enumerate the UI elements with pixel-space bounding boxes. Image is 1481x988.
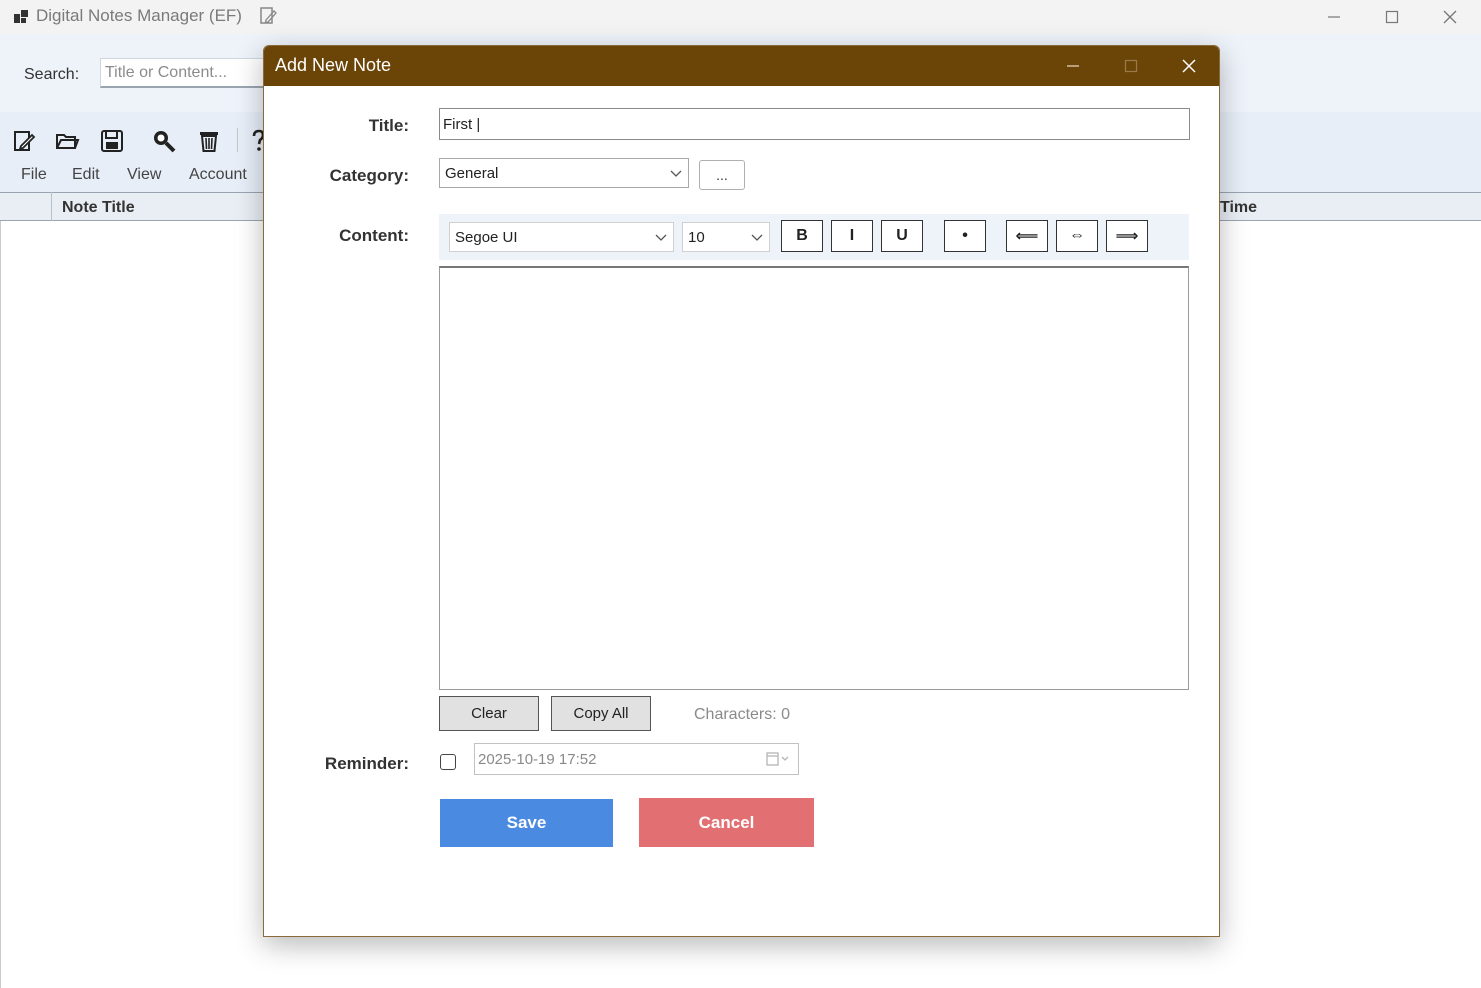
main-minimize-button[interactable]	[1305, 0, 1363, 34]
bullet-list-button[interactable]: •	[944, 220, 986, 252]
category-dropdown[interactable]: General	[439, 158, 689, 188]
main-titlebar: Digital Notes Manager (EF)	[0, 0, 1481, 34]
bold-button[interactable]: B	[781, 220, 823, 252]
close-icon	[1182, 59, 1196, 73]
calendar-dropdown-icon	[766, 752, 789, 766]
dialog-title: Add New Note	[275, 55, 392, 75]
copy-all-button[interactable]: Copy All	[551, 696, 651, 731]
chevron-down-icon	[751, 234, 763, 241]
grid-row-header[interactable]	[0, 192, 52, 221]
open-folder-icon[interactable]	[54, 128, 80, 154]
main-close-button[interactable]	[1421, 0, 1479, 34]
search-icon[interactable]	[151, 128, 177, 154]
main-window-title: Digital Notes Manager (EF)	[36, 6, 242, 25]
chevron-down-icon	[670, 170, 682, 177]
character-count: Characters: 0	[694, 706, 791, 723]
toolbar-separator	[237, 128, 238, 152]
maximize-icon	[1124, 59, 1138, 73]
menu-file[interactable]: File	[21, 166, 47, 184]
italic-button[interactable]: I	[831, 220, 873, 252]
category-value: General	[445, 164, 499, 182]
dialog-close-button[interactable]	[1160, 46, 1218, 86]
align-center-button[interactable]: ⇔	[1056, 220, 1098, 252]
font-size-value: 10	[688, 228, 705, 246]
reminder-checkbox[interactable]	[440, 754, 456, 770]
reminder-datetime-value: 2025-10-19 17:52	[478, 750, 597, 768]
category-label: Category:	[329, 166, 409, 185]
cancel-button[interactable]: Cancel	[639, 798, 814, 847]
dialog-maximize-button	[1102, 46, 1160, 86]
title-input[interactable]	[439, 108, 1190, 140]
font-family-value: Segoe UI	[455, 228, 518, 246]
reminder-label: Reminder:	[324, 754, 409, 773]
underline-button[interactable]: U	[881, 220, 923, 252]
dialog-titlebar: Add New Note	[264, 46, 1219, 86]
clear-button[interactable]: Clear	[439, 696, 539, 731]
content-label: Content:	[339, 226, 409, 245]
menu-account[interactable]: Account	[189, 166, 247, 184]
chevron-down-icon	[655, 234, 667, 241]
manage-categories-button[interactable]: ...	[699, 160, 745, 190]
font-family-dropdown[interactable]: Segoe UI	[449, 222, 674, 252]
menu-view[interactable]: View	[127, 166, 161, 184]
add-note-dialog: Add New Note Title: Category: General ..…	[263, 45, 1220, 937]
main-maximize-button[interactable]	[1363, 0, 1421, 34]
close-icon	[1443, 10, 1457, 24]
search-label: Search:	[24, 66, 80, 83]
column-header-note-title[interactable]: Note Title	[62, 199, 135, 217]
new-note-icon[interactable]	[11, 128, 37, 154]
column-header-time[interactable]: Time	[1220, 199, 1257, 217]
save-button[interactable]: Save	[440, 799, 613, 847]
reminder-datetime-picker: 2025-10-19 17:52	[474, 743, 799, 775]
minimize-icon	[1067, 65, 1079, 67]
align-left-button[interactable]: ⟸	[1006, 220, 1048, 252]
app-icon	[14, 10, 28, 23]
font-size-dropdown[interactable]: 10	[682, 222, 770, 252]
align-right-button[interactable]: ⟹	[1106, 220, 1148, 252]
edit-note-icon	[260, 7, 277, 24]
title-label: Title:	[368, 116, 409, 135]
search-input[interactable]	[100, 58, 270, 88]
content-editor[interactable]	[439, 266, 1189, 690]
help-icon[interactable]	[252, 128, 263, 154]
save-disk-icon[interactable]	[99, 128, 125, 154]
maximize-icon	[1385, 10, 1399, 24]
dialog-minimize-button[interactable]	[1044, 46, 1102, 86]
minimize-icon	[1328, 16, 1340, 18]
menu-edit[interactable]: Edit	[72, 166, 100, 184]
trash-icon[interactable]	[196, 128, 222, 154]
